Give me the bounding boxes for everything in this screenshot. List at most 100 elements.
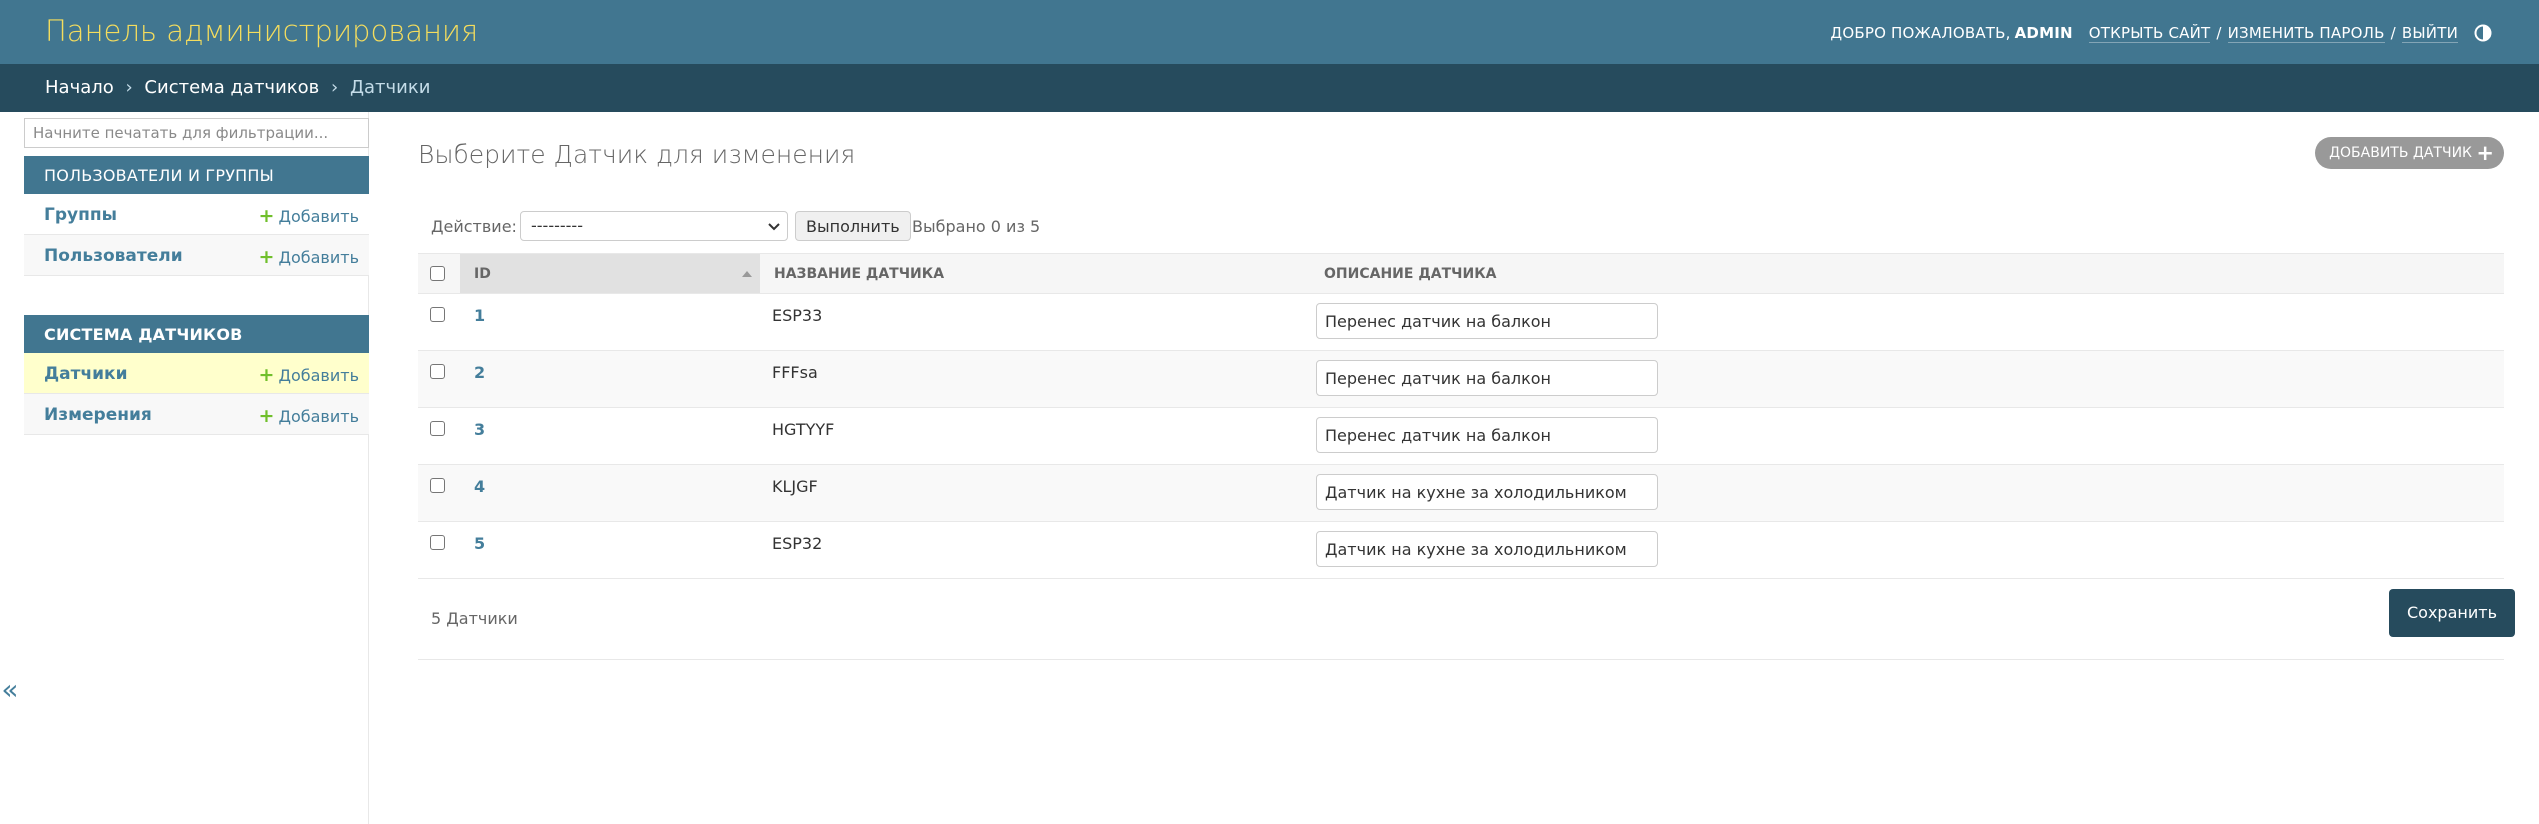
collapse-sidebar-button[interactable]: « — [0, 672, 20, 712]
change-password-link[interactable]: Изменить пароль — [2227, 24, 2385, 43]
column-header-label: Название датчика — [774, 265, 945, 282]
module-caption-sensors[interactable]: Система датчиков — [24, 315, 369, 353]
nav-sidebar: Пользователи и группы Группы +Добавить П… — [24, 112, 369, 824]
user-tools: Добро пожаловать, admin Открыть сайт / И… — [1830, 22, 2492, 44]
user-tools-separator: / — [2390, 24, 2396, 42]
row-checkbox[interactable] — [430, 364, 445, 379]
row-select-cell — [418, 407, 460, 465]
add-link-label: Добавить — [278, 207, 359, 226]
run-action-button[interactable]: Выполнить — [795, 211, 911, 241]
row-select-cell — [418, 464, 460, 522]
row-id-link[interactable]: 2 — [460, 350, 760, 408]
breadcrumb-home-link[interactable]: Начало — [45, 77, 114, 98]
chevron-down-icon — [767, 218, 781, 232]
sidebar-item-label[interactable]: Группы — [44, 205, 117, 225]
sidebar-item-users: Пользователи + Добавить — [24, 235, 369, 276]
sort-ascending-icon[interactable] — [742, 271, 752, 277]
table-row: 3 HGTYYF — [418, 407, 2504, 465]
header-bar: Панель администрирования Добро пожаловат… — [0, 0, 2539, 64]
add-users-link[interactable]: + Добавить — [259, 246, 359, 268]
select-all-checkbox[interactable] — [430, 266, 445, 281]
description-input[interactable] — [1316, 474, 1658, 510]
plus-icon: + — [258, 246, 275, 268]
paginator: 5 Датчики Сохранить — [418, 580, 2515, 660]
sidebar-item-measurements: Измерения + Добавить — [24, 394, 369, 435]
add-sensor-button-label: Добавить датчик — [2329, 145, 2472, 161]
module-caption-auth[interactable]: Пользователи и группы — [24, 156, 369, 194]
add-measurements-link[interactable]: + Добавить — [259, 405, 359, 427]
column-header-description[interactable]: Описание датчика — [1310, 253, 2504, 294]
row-id-link[interactable]: 4 — [460, 464, 760, 522]
sidebar-item-groups: Группы + Добавить — [24, 194, 369, 235]
row-checkbox[interactable] — [430, 478, 445, 493]
plus-icon: + — [2476, 141, 2494, 165]
add-sensor-button[interactable]: Добавить датчик + — [2315, 137, 2504, 169]
row-id-link[interactable]: 3 — [460, 407, 760, 465]
row-description-cell — [1310, 350, 2504, 408]
sidebar-item-label[interactable]: Пользователи — [44, 246, 183, 266]
action-select[interactable]: --------- — [520, 211, 788, 241]
description-input[interactable] — [1316, 417, 1658, 453]
result-table: ID Название датчика Описание датчика 1 E… — [418, 253, 2504, 579]
add-link-label: Добавить — [278, 407, 359, 426]
welcome-text: Добро пожаловать, — [1830, 24, 2011, 42]
row-sensor-name: ESP32 — [760, 521, 1310, 579]
plus-icon: + — [258, 364, 275, 386]
sidebar-item-label[interactable]: Измерения — [44, 405, 152, 425]
sidebar-item-label[interactable]: Датчики — [44, 364, 128, 384]
row-sensor-name: ESP33 — [760, 293, 1310, 351]
result-count: 5 Датчики — [431, 609, 518, 628]
column-header-label: ID — [474, 265, 491, 282]
description-input[interactable] — [1316, 360, 1658, 396]
action-select-value: --------- — [531, 216, 583, 235]
row-sensor-name: HGTYYF — [760, 407, 1310, 465]
main-content: Выберите Датчик для изменения Добавить д… — [418, 112, 2515, 824]
row-description-cell — [1310, 521, 2504, 579]
breadcrumb-current: Датчики — [349, 77, 431, 98]
selection-counter: Выбрано 0 из 5 — [912, 217, 1041, 236]
description-input[interactable] — [1316, 303, 1658, 339]
save-button[interactable]: Сохранить — [2389, 589, 2515, 637]
add-sensors-link[interactable]: + Добавить — [259, 364, 359, 386]
page-title: Выберите Датчик для изменения — [418, 140, 856, 169]
description-input[interactable] — [1316, 531, 1658, 567]
row-description-cell — [1310, 407, 2504, 465]
row-sensor-name: KLJGF — [760, 464, 1310, 522]
column-header-id[interactable]: ID — [460, 253, 760, 294]
row-checkbox[interactable] — [430, 307, 445, 322]
breadcrumb-app-link[interactable]: Система датчиков — [144, 77, 319, 98]
row-id-link[interactable]: 1 — [460, 293, 760, 351]
row-select-cell — [418, 293, 460, 351]
column-header-label: Описание датчика — [1324, 265, 1497, 282]
row-checkbox[interactable] — [430, 535, 445, 550]
table-row: 1 ESP33 — [418, 293, 2504, 351]
row-select-cell — [418, 350, 460, 408]
row-description-cell — [1310, 293, 2504, 351]
row-checkbox[interactable] — [430, 421, 445, 436]
nav-filter-input[interactable] — [24, 118, 369, 148]
breadcrumb-separator: › — [125, 77, 133, 98]
row-id-link[interactable]: 5 — [460, 521, 760, 579]
theme-toggle-icon[interactable] — [2474, 24, 2492, 42]
username: admin — [2014, 24, 2073, 42]
user-tools-separator: / — [2216, 24, 2222, 42]
breadcrumbs-bar: Начало › Система датчиков › Датчики — [0, 64, 2539, 112]
logout-link[interactable]: Выйти — [2401, 24, 2458, 43]
breadcrumb: Начало › Система датчиков › Датчики — [45, 77, 430, 98]
actions-bar: Действие: --------- Выполнить Выбрано 0 … — [418, 209, 2504, 243]
table-row: 4 KLJGF — [418, 464, 2504, 522]
sidebar-item-sensors: Датчики + Добавить — [24, 353, 369, 394]
breadcrumb-separator: › — [331, 77, 339, 98]
add-groups-link[interactable]: + Добавить — [259, 205, 359, 227]
row-select-cell — [418, 521, 460, 579]
select-all-cell — [418, 253, 460, 294]
table-row: 5 ESP32 — [418, 521, 2504, 579]
row-description-cell — [1310, 464, 2504, 522]
column-header-name[interactable]: Название датчика — [760, 253, 1310, 294]
site-branding[interactable]: Панель администрирования — [45, 14, 478, 48]
plus-icon: + — [258, 205, 275, 227]
table-header-row: ID Название датчика Описание датчика — [418, 253, 2504, 294]
row-sensor-name: FFFsa — [760, 350, 1310, 408]
add-link-label: Добавить — [278, 248, 359, 267]
view-site-link[interactable]: Открыть сайт — [2088, 24, 2211, 43]
